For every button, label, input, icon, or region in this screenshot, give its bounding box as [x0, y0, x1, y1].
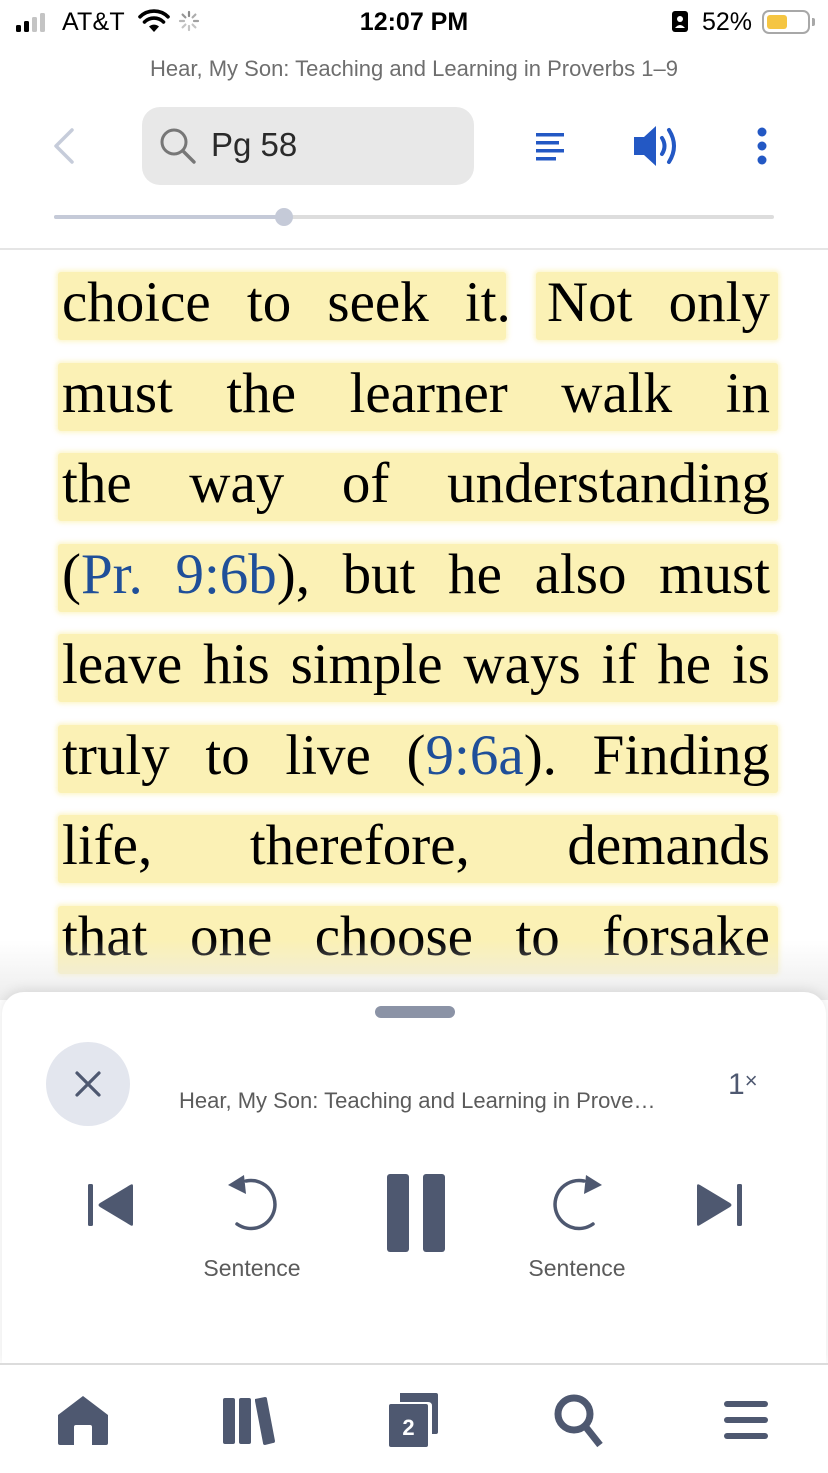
- tabs-icon: 2: [389, 1393, 438, 1447]
- playback-speed-button[interactable]: 1×: [728, 1068, 758, 1102]
- battery-level: [767, 15, 787, 29]
- header-divider: [0, 248, 828, 250]
- word: of: [341, 452, 390, 515]
- nav-menu[interactable]: [706, 1385, 786, 1455]
- word: only: [668, 271, 770, 334]
- book-title: Hear, My Son: Teaching and Learning in P…: [150, 56, 678, 81]
- speed-suffix: ×: [744, 1068, 758, 1093]
- nav-library[interactable]: [210, 1385, 290, 1455]
- home-icon: [58, 1396, 108, 1445]
- word: therefore,: [249, 814, 470, 877]
- reading-progress-slider[interactable]: [54, 208, 774, 226]
- status-bar: AT&T 12:07 PM 52%: [0, 0, 828, 46]
- word: walk: [561, 361, 673, 425]
- hamburger-icon: [724, 1401, 768, 1439]
- text-line: (Pr. 9:6b), but he also must: [58, 530, 778, 621]
- word: in: [725, 361, 770, 425]
- text-segment: ). Finding: [523, 723, 770, 787]
- reading-progress-thumb[interactable]: [275, 208, 294, 226]
- text-line: leave his simple ways if he is: [58, 620, 778, 711]
- more-vertical-icon[interactable]: [752, 126, 772, 166]
- reading-progress-fill: [54, 215, 285, 219]
- search-icon: [554, 1394, 603, 1448]
- word: must: [62, 361, 173, 425]
- line-text: must the learner walk in: [62, 349, 770, 439]
- word: the: [62, 452, 132, 515]
- nav-search[interactable]: [540, 1385, 620, 1455]
- word: life,: [62, 814, 153, 877]
- line-text: (Pr. 9:6b), but he also must: [62, 530, 770, 620]
- forward-sentence-label: Sentence: [528, 1255, 626, 1281]
- battery-icon: [762, 10, 810, 34]
- text-line: the way of understanding: [58, 439, 778, 530]
- line-text: leave his simple ways if he is: [62, 620, 770, 710]
- rotate-cw-icon[interactable]: [548, 1174, 606, 1234]
- text-fade-overlay: [0, 940, 828, 1000]
- scripture-reference-link[interactable]: Pr. 9:6b: [81, 543, 277, 606]
- chevron-left-icon[interactable]: [48, 124, 78, 168]
- rewind-sentence-label: Sentence: [203, 1255, 301, 1281]
- page-search-value[interactable]: Pg 58: [211, 126, 297, 164]
- word: seek: [327, 271, 429, 334]
- skip-back-icon[interactable]: [86, 1183, 136, 1227]
- word: way: [189, 452, 285, 515]
- word: Not: [546, 271, 633, 334]
- text-segment: (: [62, 542, 81, 606]
- bottom-nav: 2: [0, 1365, 828, 1473]
- close-player-button[interactable]: [46, 1042, 130, 1126]
- books-icon: [223, 1397, 275, 1445]
- nav-tabs[interactable]: 2: [374, 1385, 454, 1455]
- list-icon[interactable]: [535, 130, 565, 162]
- sheet-grabber[interactable]: [375, 1006, 455, 1018]
- speaker-icon[interactable]: [632, 125, 682, 167]
- line-content: leave his simple ways if he is: [62, 633, 770, 696]
- word: it.: [464, 271, 511, 334]
- word: the: [226, 361, 297, 425]
- word: learner: [349, 361, 508, 425]
- pause-icon[interactable]: [386, 1173, 446, 1253]
- text-segment: truly to live (: [62, 723, 426, 787]
- close-icon: [75, 1071, 101, 1097]
- text-line: must the learner walk in: [58, 349, 778, 440]
- nav-home[interactable]: [43, 1385, 123, 1455]
- battery-cap: [812, 18, 815, 26]
- line-content: (Pr. 9:6b), but he also must: [62, 530, 770, 620]
- word: demands: [567, 814, 770, 877]
- book-page-text: choice to seek it. Not only must the learner walk…: [58, 258, 778, 982]
- word: to: [246, 271, 292, 334]
- line-text: the way of understanding: [62, 439, 770, 529]
- line-text: choice to seek it. Not only: [62, 258, 770, 348]
- text-line: choice to seek it. Not only: [58, 258, 778, 349]
- scripture-reference-link[interactable]: 9:6a: [426, 724, 524, 787]
- orientation-lock-icon: [672, 11, 688, 32]
- text-segment: ), but he also must: [276, 542, 770, 606]
- battery-percent: 52%: [702, 8, 753, 36]
- search-icon: [160, 128, 196, 164]
- line-text: life, therefore, demands: [62, 801, 770, 891]
- skip-forward-icon[interactable]: [694, 1183, 744, 1227]
- tabs-count-badge: 2: [402, 1415, 414, 1440]
- text-line: life, therefore, demands: [58, 801, 778, 892]
- rotate-ccw-icon[interactable]: [224, 1174, 282, 1234]
- audio-player-sheet: Hear, My Son: Teaching and Learning in P…: [2, 992, 826, 1364]
- word: choice: [62, 271, 211, 334]
- player-book-title: Hear, My Son: Teaching and Learning in P…: [179, 1088, 659, 1113]
- line-text: truly to live (9:6a). Finding: [62, 711, 770, 801]
- text-line: truly to live (9:6a). Finding: [58, 711, 778, 802]
- speed-value: 1: [728, 1068, 745, 1101]
- word: understanding: [447, 452, 770, 515]
- line-content: truly to live (9:6a). Finding: [62, 711, 770, 801]
